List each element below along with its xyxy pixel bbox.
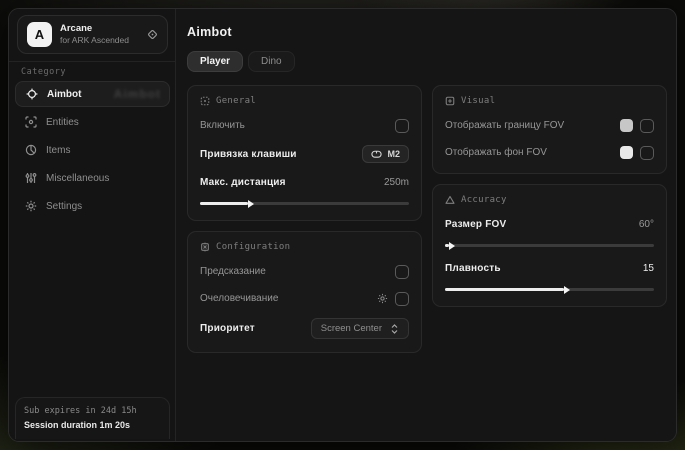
desktop-background: A Arcane for ARK Ascended Category <box>0 0 685 450</box>
panel-title: General <box>216 96 256 106</box>
sidebar-item-aimbot[interactable]: Aimbot Aimbot <box>15 81 170 107</box>
distance-value: 250m <box>384 177 409 188</box>
fov-bg-color-swatch[interactable] <box>620 146 633 159</box>
unfold-icon <box>390 324 399 334</box>
keybind-button[interactable]: M2 <box>362 145 409 163</box>
panel-title: Accuracy <box>461 195 507 205</box>
prediction-checkbox[interactable] <box>395 265 409 279</box>
brand-text: Arcane for ARK Ascended <box>60 23 139 46</box>
sidebar-item-label: Miscellaneous <box>46 173 109 184</box>
sidebar-item-items[interactable]: Items <box>15 137 170 163</box>
prediction-label: Предсказание <box>200 266 266 277</box>
panel-title: Configuration <box>216 242 290 252</box>
sidebar-item-label: Aimbot <box>47 89 81 100</box>
priority-label: Приоритет <box>200 323 255 334</box>
app-logo: A <box>27 22 52 47</box>
sidebar-divider <box>9 61 175 62</box>
app-name: Arcane <box>60 23 139 35</box>
page-title: Aimbot <box>187 25 667 39</box>
distance-label: Макс. дистанция <box>200 177 286 188</box>
session-footer: Sub expires in 24d 15h Session duration … <box>15 397 170 439</box>
crosshair-icon <box>25 88 38 100</box>
app-subtitle: for ARK Ascended <box>60 35 139 46</box>
fov-size-value: 60° <box>639 219 654 230</box>
category-label: Category <box>21 67 66 77</box>
fov-bg-checkbox[interactable] <box>640 146 654 160</box>
distance-slider[interactable] <box>200 199 409 207</box>
left-column: General Включить Привязка клавиши <box>187 85 422 353</box>
tab-bar: Player Dino <box>187 51 667 72</box>
slider-thumb[interactable] <box>449 242 455 250</box>
accuracy-icon <box>445 195 455 205</box>
mouse-icon <box>371 149 382 159</box>
sidebar-item-label: Entities <box>46 117 79 128</box>
fov-size-slider[interactable] <box>445 241 654 249</box>
fov-border-color-swatch[interactable] <box>620 119 633 132</box>
panel-accuracy: Accuracy Размер FOV 60° <box>432 184 667 307</box>
panel-title: Visual <box>461 96 495 106</box>
slider-thumb[interactable] <box>564 286 570 294</box>
fov-border-checkbox[interactable] <box>640 119 654 133</box>
right-column: Visual Отображать границу FOV Отображать… <box>432 85 667 307</box>
main-content: Aimbot Player Dino <box>176 9 677 441</box>
fov-border-label: Отображать границу FOV <box>445 120 564 131</box>
keybind-value: M2 <box>387 149 400 159</box>
configuration-icon <box>200 242 210 252</box>
smoothness-slider[interactable] <box>445 285 654 293</box>
target-icon[interactable] <box>147 29 158 40</box>
enable-checkbox[interactable] <box>395 119 409 133</box>
panel-visual: Visual Отображать границу FOV Отображать… <box>432 85 667 174</box>
priority-value: Screen Center <box>321 323 382 334</box>
general-target-icon <box>200 96 210 106</box>
sidebar: A Arcane for ARK Ascended Category <box>9 9 176 441</box>
fov-size-label: Размер FOV <box>445 219 506 230</box>
smoothness-value: 15 <box>643 263 654 274</box>
sliders-icon <box>24 172 37 184</box>
humanization-gear-icon[interactable] <box>377 293 388 304</box>
sidebar-nav: Aimbot Aimbot Entities <box>15 81 170 221</box>
tab-player[interactable]: Player <box>187 51 243 72</box>
sidebar-item-label: Settings <box>46 201 82 212</box>
ghost-watermark: Aimbot <box>114 87 161 101</box>
tab-dino[interactable]: Dino <box>248 51 295 72</box>
fov-bg-label: Отображать фон FOV <box>445 147 547 158</box>
humanization-label: Очеловечивание <box>200 293 278 304</box>
brand-card: A Arcane for ARK Ascended <box>17 15 168 54</box>
priority-dropdown[interactable]: Screen Center <box>311 318 409 339</box>
session-duration-text: Session duration 1m 20s <box>24 420 161 430</box>
sidebar-item-entities[interactable]: Entities <box>15 109 170 135</box>
smoothness-label: Плавность <box>445 263 501 274</box>
sidebar-item-settings[interactable]: Settings <box>15 193 170 219</box>
panel-configuration: Configuration Предсказание Очеловечивани… <box>187 231 422 353</box>
scan-icon <box>24 116 37 128</box>
humanization-checkbox[interactable] <box>395 292 409 306</box>
visual-icon <box>445 96 455 106</box>
app-window: A Arcane for ARK Ascended Category <box>8 8 677 442</box>
gear-icon <box>24 200 37 212</box>
sub-expires-text: Sub expires in 24d 15h <box>24 406 161 416</box>
panel-general: General Включить Привязка клавиши <box>187 85 422 221</box>
sidebar-item-miscellaneous[interactable]: Miscellaneous <box>15 165 170 191</box>
package-icon <box>24 144 37 156</box>
enable-label: Включить <box>200 120 245 131</box>
slider-thumb[interactable] <box>248 200 254 208</box>
sidebar-item-label: Items <box>46 145 70 156</box>
keybind-label: Привязка клавиши <box>200 149 297 160</box>
